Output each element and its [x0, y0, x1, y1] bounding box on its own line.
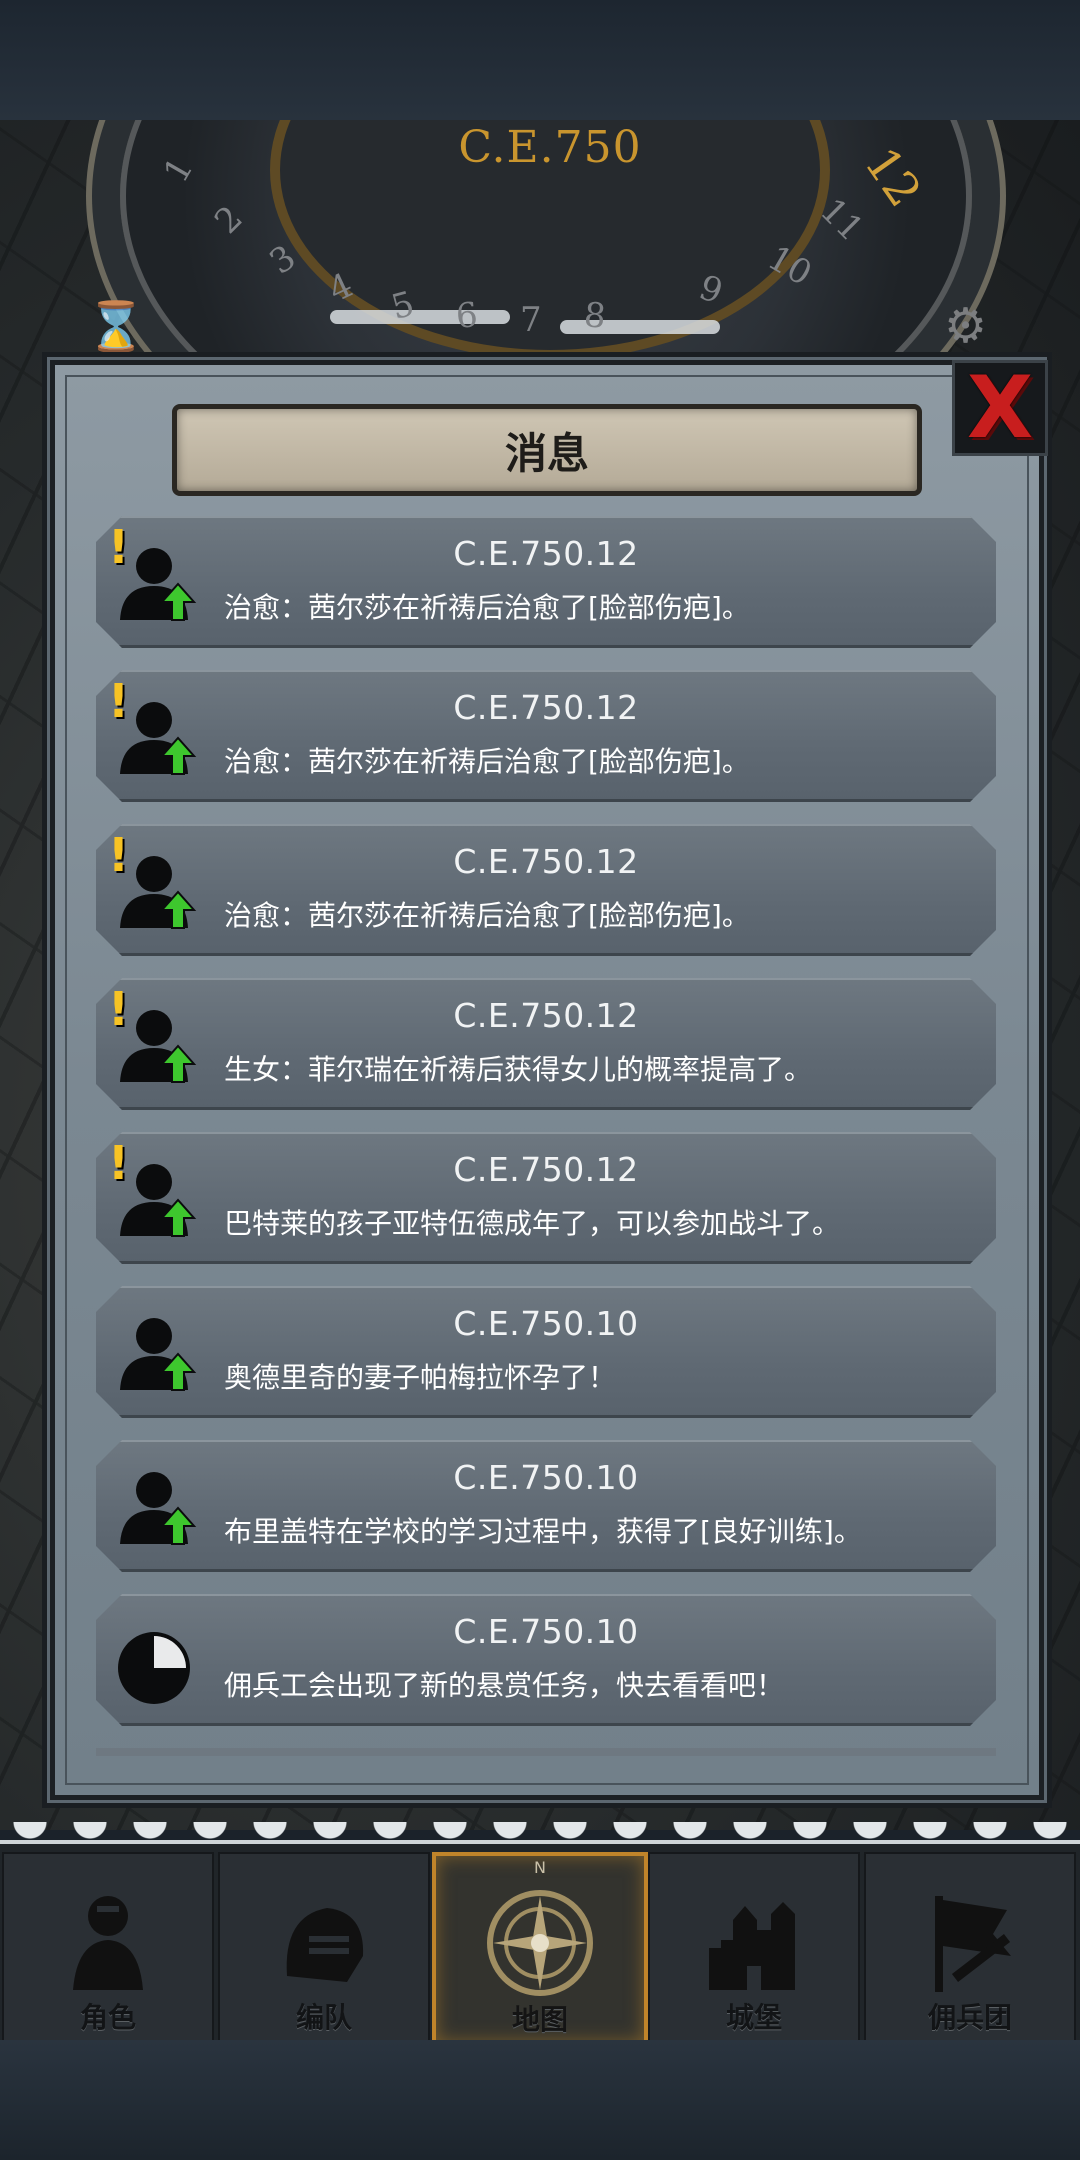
nav-item-label: 编队 — [295, 2001, 352, 2034]
helmet-icon — [269, 1886, 379, 1996]
message-date: C.E.750.12 — [453, 1150, 639, 1189]
nav-item-castle[interactable]: 城堡 — [648, 1852, 860, 2042]
message-item[interactable]: C.E.750.10 奥德里奇的妻子帕梅拉怀孕了！ — [96, 1286, 996, 1418]
message-list[interactable]: ! C.E.750.12 治愈：茜尔莎在祈祷后治愈了[脸部伤疤]。! C.E.750.… — [96, 516, 996, 1756]
nav-item-map[interactable]: N 地图 — [432, 1852, 648, 2046]
next-message-peek — [96, 1748, 996, 1756]
hourglass-icon[interactable]: ⌛ — [86, 298, 146, 355]
month-number: 7 — [520, 300, 542, 340]
nav-item-mercenary[interactable]: 佣兵团 — [864, 1852, 1076, 2042]
message-text: 奥德里奇的妻子帕梅拉怀孕了！ — [224, 1361, 617, 1394]
message-date: C.E.750.12 — [453, 688, 639, 727]
message-text: 治愈：茜尔莎在祈祷后治愈了[脸部伤疤]。 — [224, 591, 750, 624]
message-item[interactable]: ! C.E.750.12 治愈：茜尔莎在祈祷后治愈了[脸部伤疤]。 — [96, 516, 996, 648]
message-item[interactable]: ! C.E.750.12 治愈：茜尔莎在祈祷后治愈了[脸部伤疤]。 — [96, 670, 996, 802]
gear-icon[interactable]: ⚙ — [944, 298, 987, 354]
castle-icon — [699, 1886, 809, 1996]
message-item[interactable]: ! C.E.750.12 巴特莱的孩子亚特伍德成年了，可以参加战斗了。 — [96, 1132, 996, 1264]
dialog-title: 消息 — [504, 428, 589, 478]
close-icon: X — [966, 358, 1034, 458]
message-item[interactable]: C.E.750.10 布里盖特在学校的学习过程中，获得了[良好训练]。 — [96, 1440, 996, 1572]
knight-icon — [53, 1886, 163, 1996]
compass-icon — [485, 1888, 595, 1998]
message-date: C.E.750.10 — [453, 1612, 639, 1651]
message-date: C.E.750.10 — [453, 1304, 639, 1343]
nav-item-label: 佣兵团 — [927, 2001, 1012, 2034]
close-button[interactable]: X — [952, 360, 1048, 456]
message-text: 治愈：茜尔莎在祈祷后治愈了[脸部伤疤]。 — [224, 899, 750, 932]
message-text: 佣兵工会出现了新的悬赏任务，快去看看吧！ — [224, 1669, 785, 1702]
message-item[interactable]: ! C.E.750.12 治愈：茜尔莎在祈祷后治愈了[脸部伤疤]。 — [96, 824, 996, 956]
year-label: C.E.750 — [458, 122, 642, 173]
message-text: 生女：菲尔瑞在祈祷后获得女儿的概率提高了。 — [224, 1053, 813, 1086]
top-bar — [0, 0, 1080, 120]
bottom-bar — [0, 2040, 1080, 2160]
message-item[interactable]: C.E.750.10 佣兵工会出现了新的悬赏任务，快去看看吧！ — [96, 1594, 996, 1726]
nav-item-team[interactable]: 编队 — [218, 1852, 430, 2042]
nav-item-label: 地图 — [511, 2003, 568, 2036]
message-date: C.E.750.12 — [453, 996, 639, 1035]
message-item[interactable]: ! C.E.750.12 生女：菲尔瑞在祈祷后获得女儿的概率提高了。 — [96, 978, 996, 1110]
message-text: 巴特莱的孩子亚特伍德成年了，可以参加战斗了。 — [224, 1207, 841, 1240]
dialog-title-banner: 消息 — [172, 404, 922, 496]
month-number: 6 — [454, 295, 480, 337]
message-text: 布里盖特在学校的学习过程中，获得了[良好训练]。 — [224, 1515, 862, 1548]
month-number: 8 — [582, 295, 608, 337]
compass-north-label: N — [534, 1858, 546, 1877]
nav-item-role[interactable]: 角色 — [2, 1852, 214, 2042]
message-text: 治愈：茜尔莎在祈祷后治愈了[脸部伤疤]。 — [224, 745, 750, 778]
message-date: C.E.750.10 — [453, 1458, 639, 1497]
message-date: C.E.750.12 — [453, 534, 639, 573]
snow-edge-decoration — [0, 1822, 1080, 1850]
snow-decoration — [330, 310, 510, 324]
message-date: C.E.750.12 — [453, 842, 639, 881]
banner-icon — [915, 1886, 1025, 1996]
nav-item-label: 角色 — [79, 2001, 136, 2034]
nav-item-label: 城堡 — [725, 2001, 782, 2034]
